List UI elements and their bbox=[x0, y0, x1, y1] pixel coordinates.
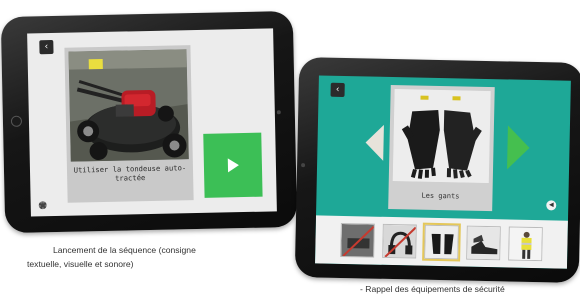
left-description-line1: Lancement de la séquence (consigne bbox=[53, 245, 196, 255]
crossed-out-headphones-thumbnail[interactable] bbox=[382, 223, 417, 259]
equipment-card: Les gants bbox=[388, 84, 495, 212]
chevron-left-icon: ‹ bbox=[335, 84, 340, 95]
back-button[interactable]: ‹ bbox=[39, 39, 54, 55]
chevron-left-icon: ‹ bbox=[44, 41, 49, 52]
safety-shoes-thumbnail[interactable] bbox=[466, 225, 501, 261]
camera-dot bbox=[301, 163, 306, 168]
tablet-left-screen: ‹ Utiliser la tondeuse auto-tractée bbox=[27, 28, 277, 217]
tablet-right: ‹ Les gants ◀ bbox=[294, 57, 580, 283]
arrow-right-icon[interactable] bbox=[507, 125, 530, 170]
left-description: Lancement de la séquence (consigne textu… bbox=[27, 243, 297, 271]
camera-dot bbox=[276, 110, 281, 115]
arrow-left-icon[interactable] bbox=[365, 124, 384, 161]
equipment-caption: Les gants bbox=[421, 191, 460, 201]
tablet-left: ‹ Utiliser la tondeuse auto-tractée bbox=[0, 10, 298, 234]
gloves-photo bbox=[392, 89, 491, 184]
home-button[interactable] bbox=[10, 115, 23, 127]
back-button[interactable]: ‹ bbox=[330, 82, 345, 98]
instruction-caption: Utiliser la tondeuse auto-tractée bbox=[73, 163, 187, 183]
right-description: - Rappel des équipements de sécurité bbox=[360, 284, 505, 294]
crossed-out-item-thumbnail[interactable] bbox=[340, 222, 375, 258]
tablet-right-screen: ‹ Les gants ◀ bbox=[315, 75, 571, 269]
gear-icon[interactable] bbox=[38, 201, 47, 210]
safety-vest-thumbnail[interactable] bbox=[508, 226, 543, 262]
play-button[interactable] bbox=[203, 132, 263, 198]
equipment-thumbnail-bar bbox=[315, 215, 568, 269]
left-description-line2: textuelle, visuelle et sonore) bbox=[27, 259, 134, 269]
play-icon bbox=[227, 158, 239, 173]
gloves-thumbnail[interactable] bbox=[422, 222, 461, 262]
instruction-card: Utiliser la tondeuse auto-tractée bbox=[64, 45, 194, 203]
speaker-icon[interactable]: ◀ bbox=[546, 200, 557, 211]
lawnmower-photo bbox=[68, 49, 189, 162]
